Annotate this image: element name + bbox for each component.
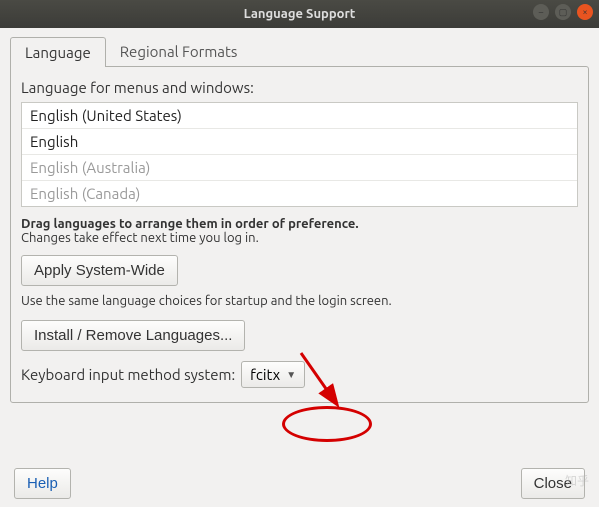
list-item[interactable]: English (United States) (22, 103, 577, 129)
tab-bar: Language Regional Formats (10, 36, 589, 66)
language-list[interactable]: English (United States) English English … (21, 102, 578, 207)
window-title: Language Support (244, 7, 356, 21)
input-method-row: Keyboard input method system: fcitx ▼ (21, 361, 578, 388)
tab-language[interactable]: Language (10, 37, 106, 67)
close-icon[interactable]: × (577, 4, 593, 20)
tab-regional-formats[interactable]: Regional Formats (106, 37, 252, 67)
input-method-dropdown[interactable]: fcitx ▼ (241, 361, 305, 388)
language-list-label: Language for menus and windows: (21, 79, 578, 96)
help-button[interactable]: Help (14, 468, 71, 499)
list-item[interactable]: English (Canada) (22, 181, 577, 206)
close-button[interactable]: Close (521, 468, 585, 499)
content-area: Language Regional Formats Language for m… (0, 28, 599, 507)
dialog-footer: Help Close (10, 458, 589, 499)
input-method-selected: fcitx (250, 366, 280, 383)
maximize-icon[interactable]: ▢ (555, 4, 571, 20)
apply-hint: Use the same language choices for startu… (21, 294, 578, 308)
apply-system-wide-button[interactable]: Apply System-Wide (21, 255, 178, 286)
drag-hint-sub: Changes take effect next time you log in… (21, 231, 578, 245)
input-method-label: Keyboard input method system: (21, 366, 235, 383)
window-controls: – ▢ × (533, 4, 593, 20)
chevron-down-icon: ▼ (286, 369, 296, 381)
tab-panel-language: Language for menus and windows: English … (10, 66, 589, 403)
minimize-icon[interactable]: – (533, 4, 549, 20)
list-item[interactable]: English (Australia) (22, 155, 577, 181)
drag-hint-bold: Drag languages to arrange them in order … (21, 217, 578, 231)
list-item[interactable]: English (22, 129, 577, 155)
titlebar: Language Support – ▢ × (0, 0, 599, 28)
install-remove-languages-button[interactable]: Install / Remove Languages... (21, 320, 245, 351)
